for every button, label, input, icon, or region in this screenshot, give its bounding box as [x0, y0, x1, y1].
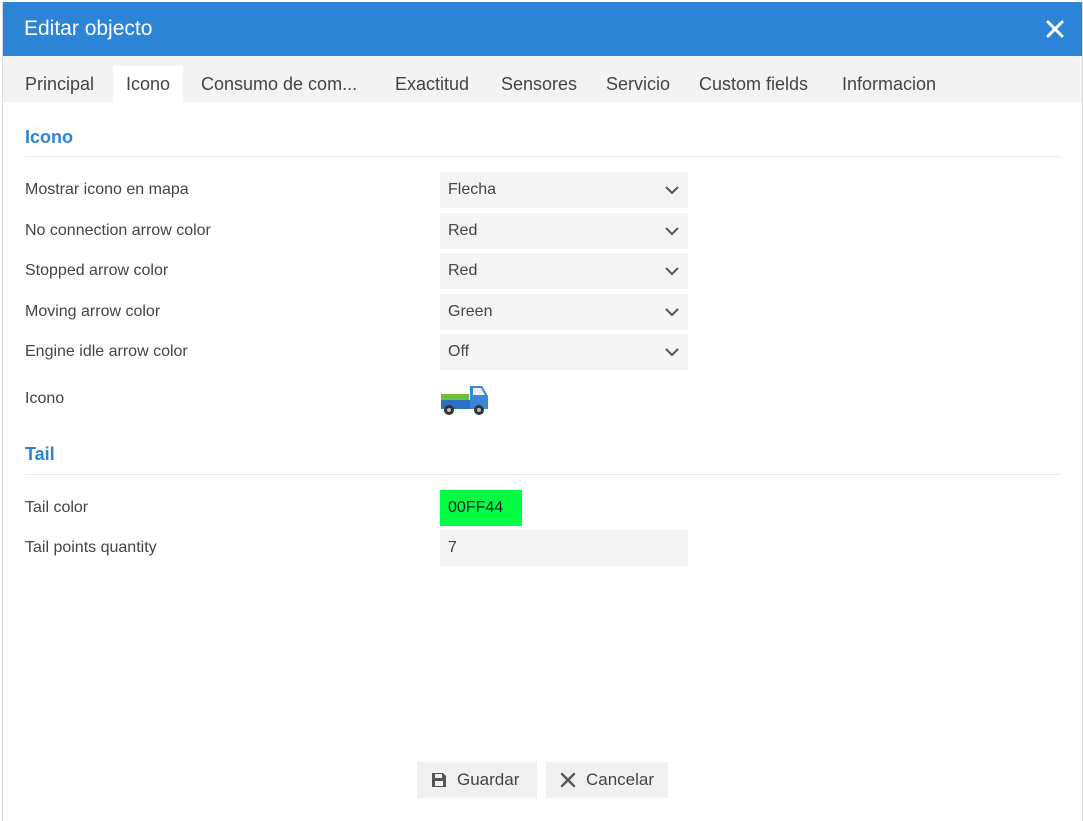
- tab-bar: Principal Icono Consumo de com... Exacti…: [3, 56, 1082, 102]
- close-icon: [1046, 20, 1064, 38]
- icon-section-title: Icono: [25, 127, 73, 147]
- show-icon-label: Mostrar icono en mapa: [25, 181, 189, 198]
- tail-color-value: 00FF44: [448, 499, 504, 516]
- section-divider: [25, 156, 1060, 157]
- tail-section-title: Tail: [25, 444, 55, 464]
- tab-icono[interactable]: Icono: [113, 66, 184, 102]
- select-value: Green: [448, 303, 493, 320]
- tab-consumo[interactable]: Consumo de com...: [201, 66, 357, 102]
- tab-servicio[interactable]: Servicio: [606, 66, 670, 102]
- engine-idle-color-label: Engine idle arrow color: [25, 343, 188, 360]
- close-icon: [560, 772, 576, 788]
- dialog-title: Editar objecto: [24, 17, 153, 40]
- close-button[interactable]: [1042, 16, 1068, 42]
- stopped-color-select[interactable]: Red: [440, 253, 688, 289]
- chevron-down-icon: [665, 227, 679, 236]
- truck-icon[interactable]: [440, 383, 490, 417]
- cancel-button[interactable]: Cancelar: [546, 762, 668, 798]
- no-connection-color-select[interactable]: Red: [440, 213, 688, 249]
- section-divider: [25, 474, 1060, 475]
- chevron-down-icon: [665, 308, 679, 317]
- floppy-disk-icon: [432, 773, 446, 787]
- tab-informacion[interactable]: Informacion: [842, 66, 936, 102]
- chevron-down-icon: [665, 267, 679, 276]
- tab-sensores[interactable]: Sensores: [501, 66, 577, 102]
- save-button[interactable]: Guardar: [417, 762, 537, 798]
- tail-color-label: Tail color: [25, 499, 89, 516]
- tab-principal[interactable]: Principal: [25, 66, 94, 102]
- no-connection-color-label: No connection arrow color: [25, 222, 211, 239]
- dialog-header: Editar objecto: [3, 2, 1082, 56]
- tab-exactitud[interactable]: Exactitud: [395, 66, 469, 102]
- tab-custom-fields[interactable]: Custom fields: [699, 66, 808, 102]
- engine-idle-color-select[interactable]: Off: [440, 334, 688, 370]
- stopped-color-label: Stopped arrow color: [25, 262, 169, 279]
- cancel-label: Cancelar: [586, 770, 655, 789]
- select-value: Red: [448, 222, 478, 239]
- moving-color-label: Moving arrow color: [25, 303, 161, 320]
- show-icon-select[interactable]: Flecha: [440, 172, 688, 208]
- chevron-down-icon: [665, 186, 679, 195]
- tail-points-label: Tail points quantity: [25, 539, 157, 556]
- moving-color-select[interactable]: Green: [440, 294, 688, 330]
- edit-object-dialog: Editar objecto Principal Icono Consumo d…: [2, 2, 1083, 821]
- tail-color-picker[interactable]: 00FF44: [440, 490, 522, 526]
- select-value: Red: [448, 262, 478, 279]
- icon-label: Icono: [25, 390, 65, 407]
- select-value: Off: [448, 343, 470, 360]
- tail-points-input[interactable]: [440, 530, 688, 566]
- select-value: Flecha: [448, 181, 497, 198]
- save-label: Guardar: [457, 770, 520, 789]
- chevron-down-icon: [665, 348, 679, 357]
